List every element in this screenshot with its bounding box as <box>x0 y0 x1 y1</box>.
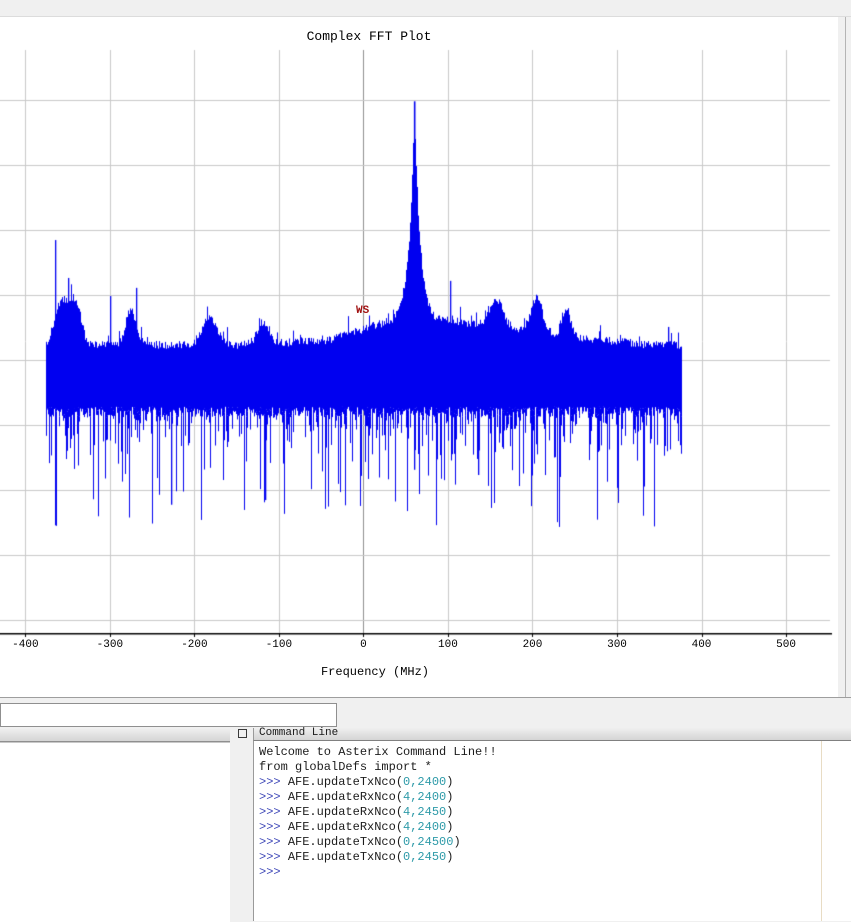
x-tick-label: 500 <box>776 639 796 651</box>
console-segment-prompt: >>> <box>259 790 288 804</box>
command-line-panel-title: Command Line <box>259 727 339 739</box>
command-input-field[interactable] <box>0 703 337 727</box>
console-segment-number: 4,2400 <box>403 820 447 834</box>
console-line: >>> <box>259 865 497 880</box>
console-segment-plain: Welcome to Asterix Command Line!! <box>259 745 497 759</box>
console-segment-code: ) <box>446 850 454 864</box>
console-output: Welcome to Asterix Command Line!! from gl… <box>259 745 497 880</box>
console-line: >>> AFE.updateTxNco(0,2450) <box>259 850 497 865</box>
console-line: >>> AFE.updateRxNco(4,2400) <box>259 790 497 805</box>
console-line: >>> AFE.updateTxNco(0,24500) <box>259 835 497 850</box>
console-segment-number: 4,2400 <box>403 790 447 804</box>
console-segment-code: AFE.updateRxNco( <box>287 820 404 834</box>
fft-plot-window: Complex FFT Plot -400 -300 -200 -100 0 100 200… <box>0 17 838 697</box>
command-line-panel-header[interactable]: Command Line <box>253 727 851 741</box>
console-segment-code: ) <box>446 820 454 834</box>
ws-annotation: WS <box>356 305 370 317</box>
left-panel-header <box>0 729 230 742</box>
console-segment-number: 0,24500 <box>403 835 454 849</box>
left-panel <box>0 742 230 922</box>
window-right-strip <box>838 17 851 697</box>
x-tick-label: -300 <box>96 639 124 651</box>
x-tick-label: -100 <box>265 639 293 651</box>
x-tick-label: 300 <box>607 639 627 651</box>
console-line: from globalDefs import * <box>259 760 497 775</box>
window-top-strip <box>0 0 851 17</box>
console-line: Welcome to Asterix Command Line!! <box>259 745 497 760</box>
command-line-console[interactable]: Welcome to Asterix Command Line!! from gl… <box>253 741 851 921</box>
window-edge-line <box>845 17 846 697</box>
console-segment-code: AFE.updateTxNco( <box>287 835 404 849</box>
console-segment-prompt: >>> <box>259 835 288 849</box>
console-segment-prompt: >>> <box>259 820 288 834</box>
column-ruler-line <box>821 741 822 921</box>
console-segment-code: ) <box>446 790 454 804</box>
console-segment-prompt: >>> <box>259 775 288 789</box>
horizontal-separator <box>0 697 851 698</box>
x-tick-label: -400 <box>12 639 39 651</box>
dock-square-icon[interactable] <box>238 729 247 738</box>
console-segment-prompt: >>> <box>259 850 288 864</box>
console-segment-number: 0,2450 <box>403 850 447 864</box>
x-tick-label: 100 <box>438 639 458 651</box>
console-line: >>> AFE.updateTxNco(0,2400) <box>259 775 497 790</box>
x-tick-label: 400 <box>691 639 712 651</box>
x-tick-label: -200 <box>181 639 208 651</box>
x-axis-label: Frequency (MHz) <box>320 665 430 679</box>
console-segment-code: AFE.updateTxNco( <box>287 850 404 864</box>
console-segment-code: ) <box>446 805 454 819</box>
fft-plot-canvas <box>0 17 838 697</box>
x-tick-label: 200 <box>522 639 543 651</box>
console-segment-code: ) <box>446 775 454 789</box>
console-segment-number: 4,2450 <box>403 805 447 819</box>
x-tick-label: 0 <box>360 639 367 651</box>
console-line: >>> AFE.updateRxNco(4,2400) <box>259 820 497 835</box>
console-segment-plain: from globalDefs import * <box>259 760 432 774</box>
console-segment-code: AFE.updateTxNco( <box>287 775 404 789</box>
console-segment-code: AFE.updateRxNco( <box>287 805 404 819</box>
console-segment-code: AFE.updateRxNco( <box>287 790 404 804</box>
console-segment-prompt: >>> <box>259 805 288 819</box>
plot-title: Complex FFT Plot <box>306 29 432 44</box>
console-line: >>> AFE.updateRxNco(4,2450) <box>259 805 497 820</box>
console-segment-prompt: >>> <box>259 865 281 879</box>
console-segment-number: 0,2400 <box>403 775 447 789</box>
console-segment-code: ) <box>453 835 461 849</box>
